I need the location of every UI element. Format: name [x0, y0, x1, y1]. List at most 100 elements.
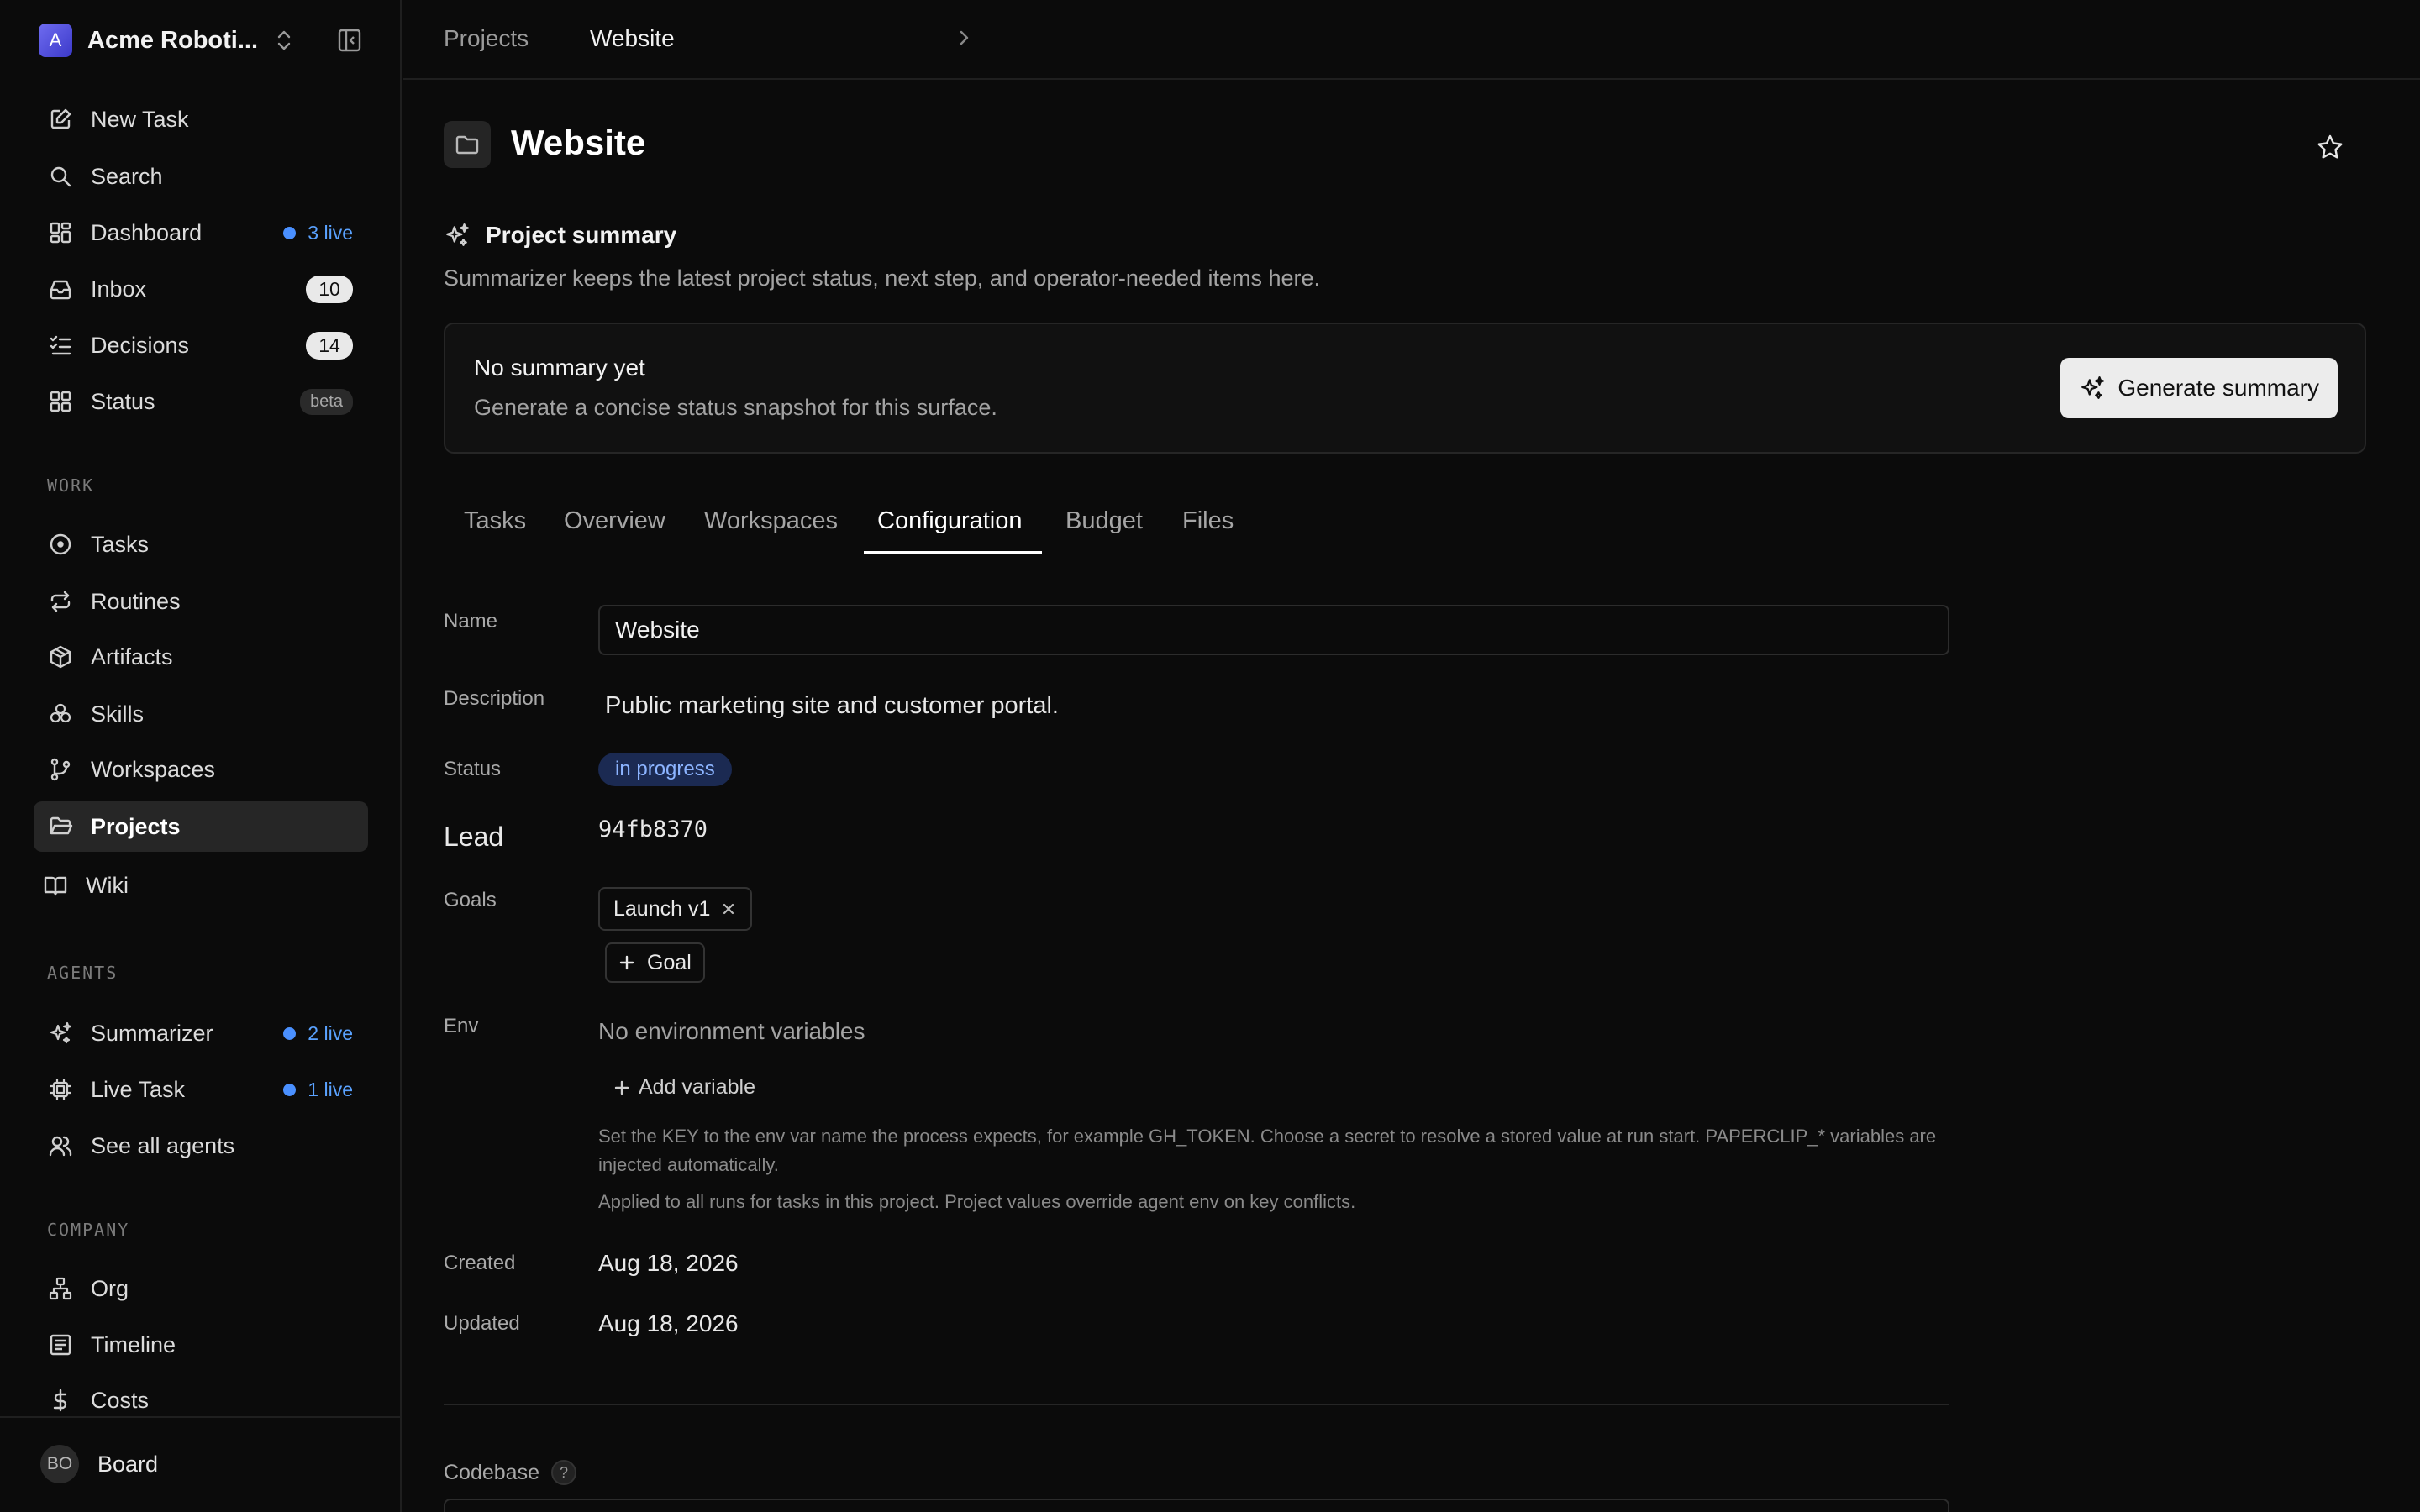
nav-live-task[interactable]: Live Task 1 live: [34, 1064, 368, 1115]
created-label: Created: [444, 1252, 516, 1274]
tab-files[interactable]: Files: [1182, 507, 1234, 535]
env-empty-text: No environment variables: [598, 1018, 865, 1044]
section-label-agents: AGENTS: [47, 963, 118, 983]
nav-new-task[interactable]: New Task: [34, 94, 368, 144]
inbox-count-badge: 10: [306, 275, 353, 303]
help-icon[interactable]: ?: [550, 1460, 576, 1485]
nav-label: Routines: [91, 588, 181, 614]
inbox-icon: [45, 274, 76, 304]
nav-status[interactable]: Status beta: [34, 376, 368, 427]
company-logo: A: [39, 24, 72, 57]
summary-card-title: No summary yet: [474, 354, 645, 381]
tab-workspaces[interactable]: Workspaces: [704, 507, 838, 535]
boxes-icon: [45, 699, 76, 729]
avatar: BO: [40, 1445, 79, 1483]
nav-label: Summarizer: [91, 1020, 213, 1046]
package-icon: [45, 642, 76, 672]
breadcrumb-projects-link[interactable]: Projects: [444, 25, 529, 52]
user-name: Board: [97, 1452, 159, 1477]
live-indicator: 1 live: [283, 1079, 353, 1101]
nav-wiki[interactable]: Wiki: [29, 860, 363, 911]
nav-dashboard[interactable]: Dashboard 3 live: [34, 207, 368, 258]
add-variable-button[interactable]: Add variable: [613, 1075, 755, 1100]
sparkles-icon: [45, 1018, 76, 1048]
company-switcher[interactable]: A Acme Roboti...: [39, 22, 294, 59]
generate-summary-button[interactable]: Generate summary: [2060, 358, 2338, 418]
nav-label: Live Task: [91, 1076, 186, 1102]
project-summary-subtitle: Summarizer keeps the latest project stat…: [444, 265, 1321, 291]
nav-label: Skills: [91, 701, 145, 727]
live-count: 2 live: [308, 1021, 353, 1044]
codebase-label: Codebase: [444, 1460, 539, 1484]
live-count: 3 live: [308, 221, 353, 244]
nav-see-all-agents[interactable]: See all agents: [34, 1121, 368, 1171]
nav-decisions[interactable]: Decisions 14: [34, 320, 368, 370]
nav-search[interactable]: Search: [34, 151, 368, 202]
name-label: Name: [444, 610, 498, 633]
top-bar: Projects Website: [403, 0, 2420, 80]
nav-artifacts[interactable]: Artifacts: [34, 632, 368, 682]
nav-summarizer[interactable]: Summarizer 2 live: [34, 1008, 368, 1058]
circle-dot-icon: [45, 529, 76, 559]
decisions-count-badge: 14: [306, 331, 353, 360]
tab-budget[interactable]: Budget: [1065, 507, 1143, 535]
nav-label: Tasks: [91, 531, 150, 557]
nav-label: Org: [91, 1275, 129, 1301]
tab-configuration[interactable]: Configuration: [877, 507, 1023, 535]
nav-skills[interactable]: Skills: [34, 689, 368, 739]
dollar-icon: [45, 1385, 76, 1415]
cpu-icon: [45, 1074, 76, 1105]
chevron-up-down-icon: [274, 29, 294, 52]
lead-value[interactable]: 94fb8370: [598, 816, 708, 843]
star-icon[interactable]: [2316, 133, 2344, 161]
nav-org[interactable]: Org: [34, 1263, 368, 1314]
nav-timeline[interactable]: Timeline: [34, 1320, 368, 1370]
close-icon[interactable]: [720, 900, 737, 917]
checklist-icon: [45, 330, 76, 360]
repeat-icon: [45, 586, 76, 617]
status-badge[interactable]: in progress: [598, 753, 732, 786]
live-dot: [283, 1083, 297, 1096]
created-value: Aug 18, 2026: [598, 1250, 739, 1276]
dashboard-icon: [45, 218, 76, 248]
chevron-right-icon: [955, 27, 973, 49]
project-summary-title: Project summary: [486, 222, 677, 248]
add-goal-button[interactable]: Goal: [605, 942, 705, 983]
status-label: Status: [444, 758, 502, 780]
breadcrumb-current: Website: [590, 25, 675, 51]
nav-inbox[interactable]: Inbox 10: [34, 264, 368, 314]
tab-tasks[interactable]: Tasks: [464, 507, 526, 535]
company-name: Acme Roboti...: [87, 26, 259, 54]
nav-routines[interactable]: Routines: [34, 576, 368, 627]
description-value[interactable]: Public marketing site and customer porta…: [605, 692, 1059, 720]
summary-card-subtitle: Generate a concise status snapshot for t…: [474, 395, 997, 420]
codebase-heading: Codebase ?: [444, 1460, 576, 1485]
nav-label: Workspaces: [91, 756, 216, 782]
goal-chip-label: Launch v1: [613, 896, 711, 921]
live-dot: [283, 226, 297, 239]
name-input[interactable]: [598, 605, 1949, 655]
sidebar-collapse-icon[interactable]: [336, 27, 363, 54]
nav-label: Artifacts: [91, 643, 173, 669]
sidebar: A Acme Roboti... New Task Search Dashboa…: [0, 0, 402, 1512]
tab-overview[interactable]: Overview: [564, 507, 666, 535]
section-label-work: WORK: [47, 475, 95, 496]
add-variable-label: Add variable: [639, 1075, 755, 1099]
edit-icon: [45, 104, 76, 134]
nav-workspaces[interactable]: Workspaces: [34, 744, 368, 795]
nav-label: Dashboard: [91, 219, 203, 245]
nav-projects[interactable]: Projects: [34, 801, 368, 852]
nav-tasks[interactable]: Tasks: [34, 519, 368, 570]
codebase-panel: [444, 1499, 1949, 1512]
search-icon: [45, 161, 76, 192]
active-tab-indicator: [864, 551, 1042, 554]
nav-label: Projects: [91, 813, 181, 839]
live-indicator: 2 live: [283, 1022, 353, 1045]
sparkles-icon: [2079, 375, 2106, 402]
org-chart-icon: [45, 1273, 76, 1304]
section-label-company: COMPANY: [47, 1220, 130, 1240]
sparkles-icon: [444, 222, 471, 249]
nav-label: See all agents: [91, 1132, 235, 1158]
plus-icon: [613, 1079, 630, 1096]
user-menu[interactable]: BO Board: [0, 1416, 402, 1512]
